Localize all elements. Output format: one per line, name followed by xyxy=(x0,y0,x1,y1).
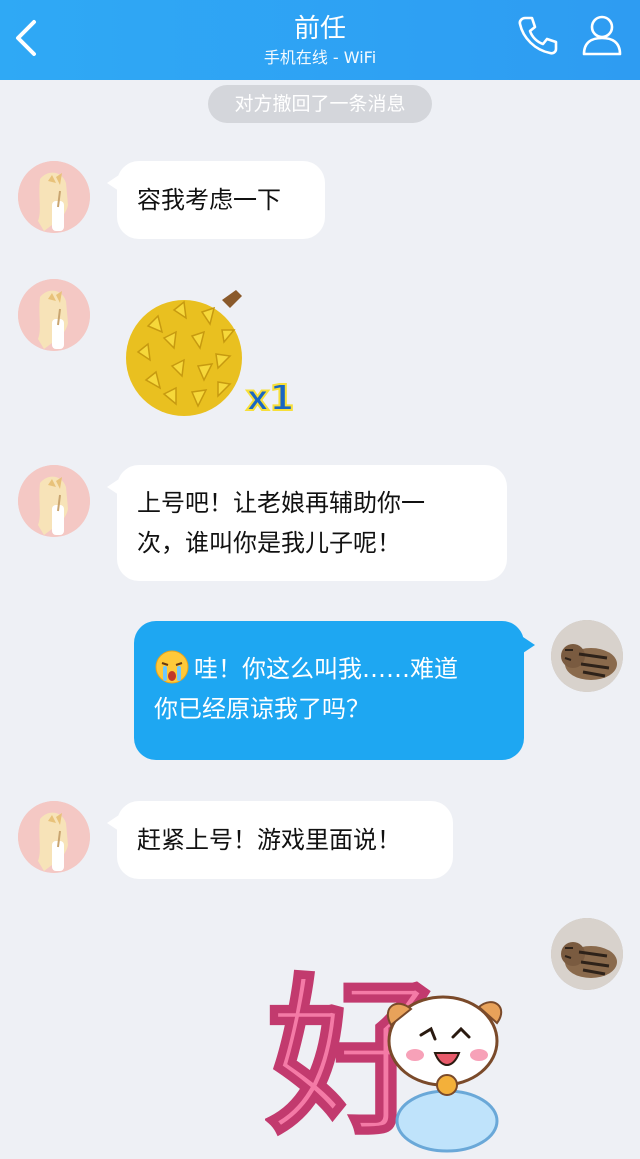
my-avatar[interactable] xyxy=(551,620,623,692)
message-bubble[interactable]: 赶紧上号！游戏里面说！ xyxy=(107,801,453,879)
gift-count: x1 xyxy=(246,378,294,419)
message-text-line: 你已经原谅我了吗？ xyxy=(154,695,370,723)
crying-face-icon xyxy=(155,650,189,684)
message-text: 赶紧上号！游戏里面说！ xyxy=(137,826,401,854)
phone-icon[interactable] xyxy=(515,12,561,58)
contact-avatar[interactable] xyxy=(18,465,90,537)
recall-notice: 对方撤回了一条消息 xyxy=(208,85,432,123)
girl-avatar-icon xyxy=(18,465,90,537)
girl-avatar-icon xyxy=(18,801,90,873)
message-text-line: 次，谁叫你是我儿子呢！ xyxy=(137,529,401,557)
my-avatar[interactable] xyxy=(551,918,623,990)
durian-icon: x1 xyxy=(126,290,295,420)
message-text-line: 上号吧！让老娘再辅助你一 xyxy=(137,489,425,517)
tiger-avatar-icon xyxy=(551,918,623,990)
message-text: 容我考虑一下 xyxy=(137,186,281,214)
message-text-line: 哇！你这么叫我……难道 xyxy=(194,655,458,683)
contact-avatar[interactable] xyxy=(18,161,90,233)
girl-avatar-icon xyxy=(18,279,90,351)
contact-avatar[interactable] xyxy=(18,801,90,873)
girl-avatar-icon xyxy=(18,161,90,233)
user-icon[interactable] xyxy=(580,12,624,58)
tiger-avatar-icon xyxy=(551,620,623,692)
message-bubble[interactable]: 上号吧！让老娘再辅助你一 次，谁叫你是我儿子呢！ xyxy=(107,465,507,581)
message-bubble[interactable]: 容我考虑一下 xyxy=(107,161,325,239)
chat-header: 前任 手机在线 - WiFi xyxy=(0,0,640,80)
puppy-sticker-icon: 好 xyxy=(265,959,503,1159)
gift-message[interactable]: x1 xyxy=(118,286,308,426)
message-bubble-outgoing[interactable]: 哇！你这么叫我……难道 你已经原谅我了吗？ xyxy=(134,621,535,760)
sticker-message[interactable]: 好 xyxy=(265,945,525,1159)
contact-avatar[interactable] xyxy=(18,279,90,351)
